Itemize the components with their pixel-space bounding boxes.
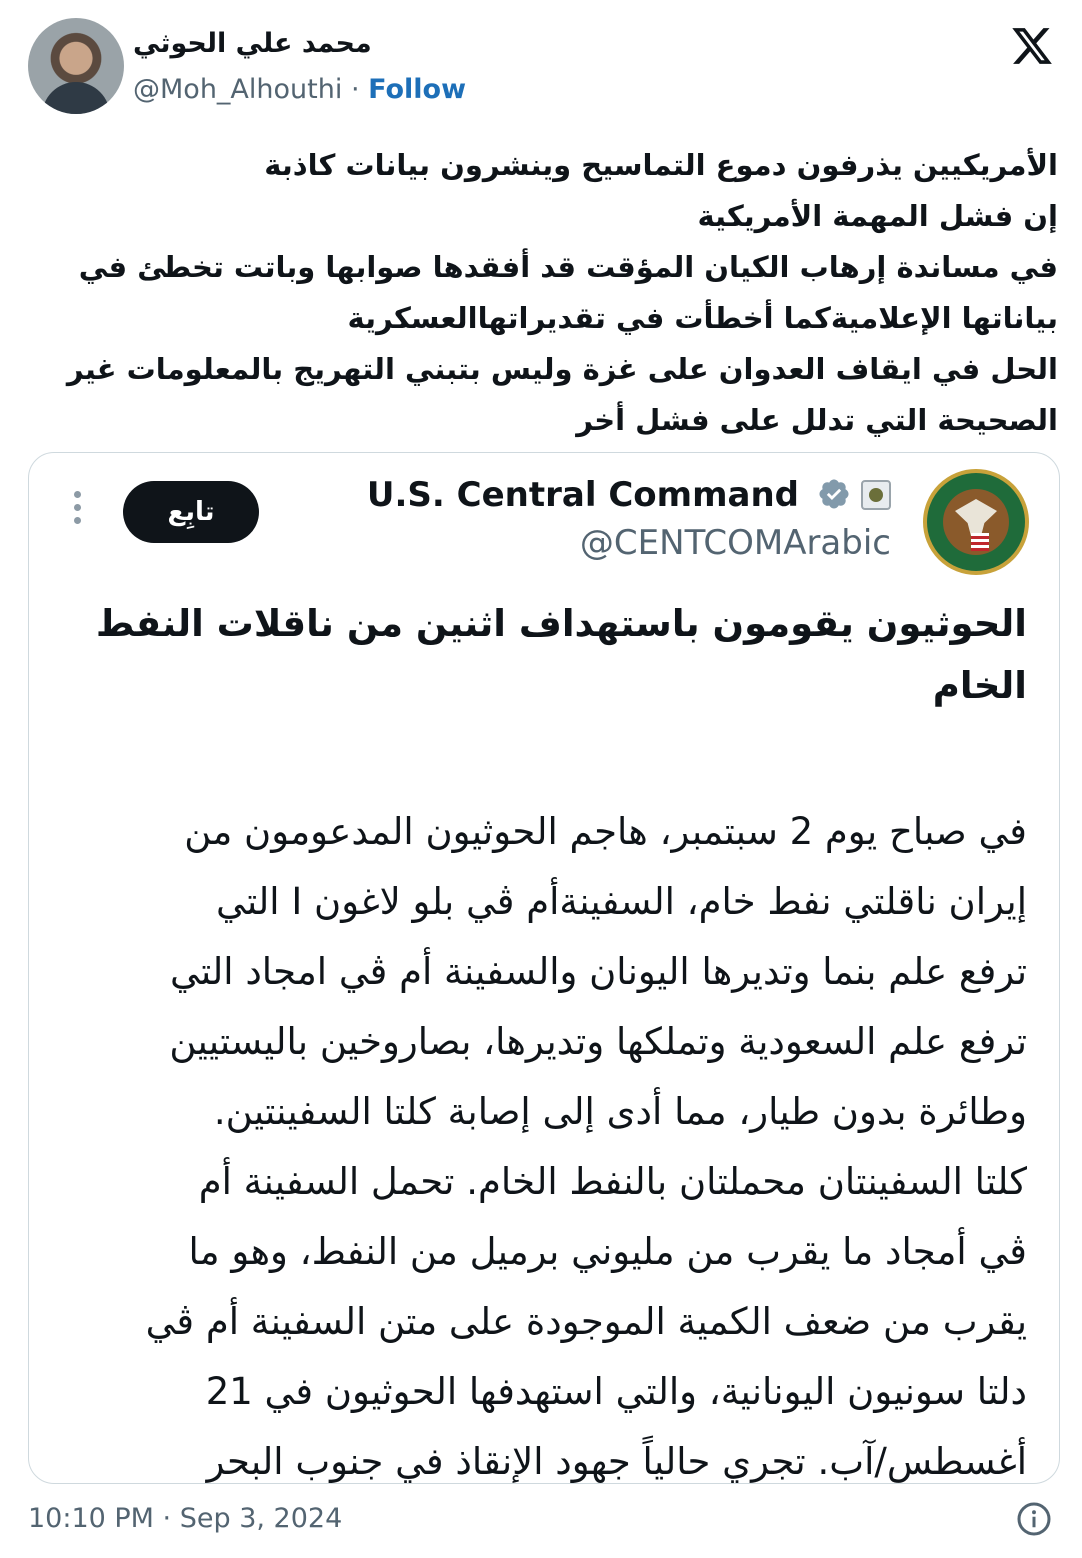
quoted-body-line: أغسطس/آب. تجري حالياً جهود الإنقاذ في جن… bbox=[206, 1440, 1027, 1483]
quoted-body-line: في صباح يوم 2 سبتمبر، هاجم الحوثيون المد… bbox=[184, 810, 1027, 853]
author-handle[interactable]: @Moh_Alhouthi bbox=[133, 74, 342, 105]
quoted-tweet-card[interactable]: U.S. Central Command @CENTCOMArabic تابِ… bbox=[28, 452, 1060, 1484]
quoted-body: في صباح يوم 2 سبتمبر، هاجم الحوثيون المد… bbox=[47, 797, 1027, 1483]
quoted-body-line: كلتا السفينتان محملتان بالنفط الخام. تحم… bbox=[198, 1160, 1027, 1203]
quoted-body-line: إيران ناقلتي نفط خام، السفينةأم ڤي بلو ل… bbox=[216, 880, 1027, 923]
tweet-line: الصحيحة التي تدلل على فشل أخر bbox=[576, 403, 1058, 437]
author-handle-line: @Moh_Alhouthi · Follow bbox=[133, 74, 466, 105]
quoted-title-line: الحوثيون يقومون باستهداف اثنين من ناقلات… bbox=[95, 602, 1027, 645]
author-display-name[interactable]: محمد علي الحوثي bbox=[133, 28, 372, 59]
tweet-timestamp[interactable]: 10:10 PM · Sep 3, 2024 bbox=[28, 1503, 342, 1534]
x-logo-icon[interactable] bbox=[1010, 24, 1054, 68]
quoted-title: الحوثيون يقومون باستهداف اثنين من ناقلات… bbox=[67, 593, 1027, 717]
info-icon[interactable] bbox=[1016, 1501, 1052, 1537]
centcom-avatar[interactable] bbox=[923, 469, 1029, 575]
centcom-affiliate-icon bbox=[861, 480, 891, 510]
quoted-body-line: ڤي أمجاد ما يقرب من مليوني برميل من النف… bbox=[188, 1230, 1027, 1273]
verified-badge-icon bbox=[819, 479, 849, 509]
quoted-body-line: ترفع علم بنما وتديرها اليونان والسفينة أ… bbox=[170, 950, 1027, 993]
quoted-body-line: دلتا سونيون اليونانية، والتي استهدفها ال… bbox=[205, 1370, 1027, 1413]
tweet-text: الأمريكيين يذرفون دموع التماسيح وينشرون … bbox=[28, 140, 1058, 446]
tweet-line: إن فشل المهمة الأمريكية bbox=[697, 199, 1058, 233]
quoted-display-name[interactable]: U.S. Central Command bbox=[367, 475, 799, 515]
author-avatar[interactable] bbox=[28, 18, 124, 114]
handle-separator: · bbox=[350, 74, 360, 105]
tweet-line: الحل في ايقاف العدوان على غزة وليس بتبني… bbox=[66, 352, 1058, 386]
tweet-line: بياناتها الإعلاميةكما أخطأت في تقديراتها… bbox=[347, 301, 1059, 335]
quoted-title-line: الخام bbox=[932, 664, 1027, 707]
tweet-line: الأمريكيين يذرفون دموع التماسيح وينشرون … bbox=[264, 148, 1058, 182]
follow-link[interactable]: Follow bbox=[368, 74, 466, 105]
quoted-body-line: ترفع علم السعودية وتملكها وتديرها، بصارو… bbox=[169, 1020, 1027, 1063]
quoted-body-line: يقرب من ضعف الكمية الموجودة على متن السف… bbox=[145, 1300, 1027, 1343]
more-options-icon[interactable] bbox=[69, 491, 85, 531]
quoted-body-line: وطائرة بدون طيار، مما أدى إلى إصابة كلتا… bbox=[213, 1090, 1027, 1133]
quoted-follow-button[interactable]: تابِع bbox=[123, 481, 259, 543]
tweet-header: محمد علي الحوثي @Moh_Alhouthi · Follow bbox=[28, 18, 1058, 118]
quoted-handle[interactable]: @CENTCOMArabic bbox=[580, 523, 891, 563]
tweet-line: في مساندة إرهاب الكيان المؤقت قد أفقدها … bbox=[78, 250, 1058, 284]
